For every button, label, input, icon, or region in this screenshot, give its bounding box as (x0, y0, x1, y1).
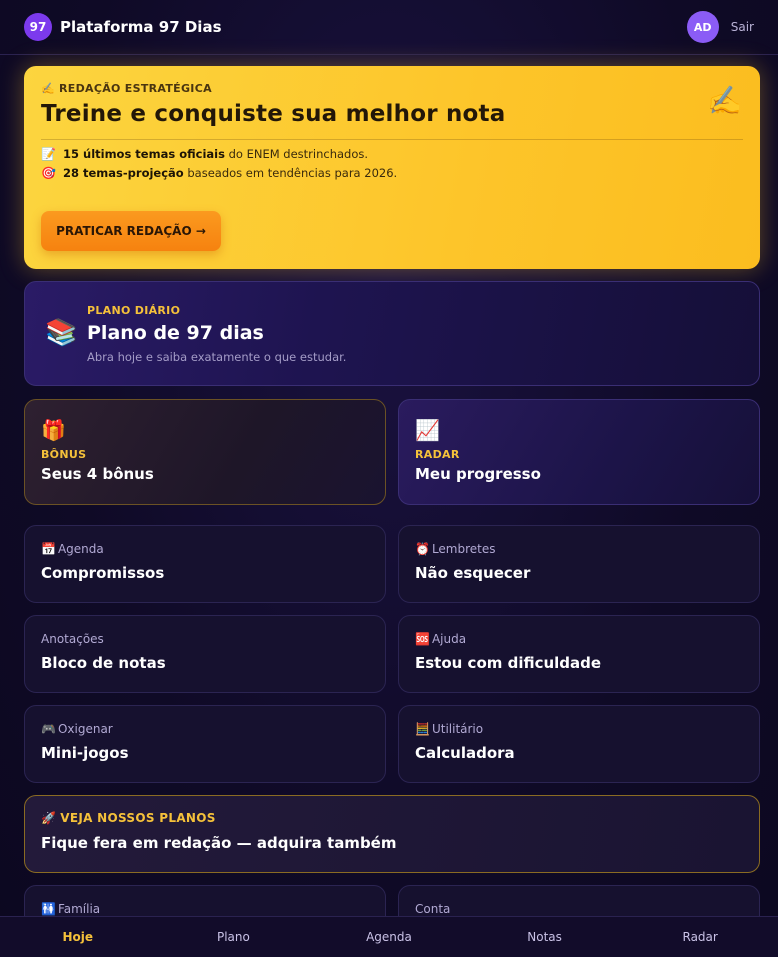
plan-subtitle: Abra hoje e saiba exatamente o que estud… (87, 350, 347, 364)
divider (41, 139, 743, 140)
bonus-kicker: BÔNUS (41, 448, 87, 461)
gift-icon: 🎁 (41, 418, 66, 442)
hero-bullet-bold: 15 últimos temas oficiais (63, 147, 225, 161)
books-icon: 📚 (45, 318, 78, 348)
tile-title: Bloco de notas (41, 654, 166, 672)
tile-title: Estou com dificuldade (415, 654, 602, 672)
calculator-tile[interactable]: 🧮 Utilitário Calculadora (398, 705, 760, 783)
practice-essay-button[interactable]: PRATICAR REDAÇÃO → (41, 211, 221, 251)
notes-tile[interactable]: Anotações Bloco de notas (24, 615, 386, 693)
hero-title: Treine e conquiste sua melhor nota (41, 101, 506, 127)
tile-kicker: Lembretes (431, 542, 496, 556)
calendar-icon: 📅 (41, 542, 56, 556)
tile-kicker: Conta (415, 902, 451, 916)
hero-bullet-text: baseados em tendências para 2026. (187, 166, 398, 180)
brand-title: Plataforma 97 Dias (60, 18, 222, 36)
daily-plan-card[interactable]: 📚 PLANO DIÁRIO Plano de 97 dias Abra hoj… (24, 281, 760, 386)
tile-title: Compromissos (41, 564, 165, 582)
hero-bullet: 📝 15 últimos temas oficiais do ENEM dest… (41, 147, 743, 161)
nav-item-notas[interactable]: Notas (467, 917, 623, 957)
target-icon: 🎯 (41, 166, 56, 180)
tile-kicker: Anotações (41, 632, 104, 646)
radar-card[interactable]: 📈 RADAR Meu progresso (398, 399, 760, 505)
hero-bullet: 🎯 28 temas-projeção baseados em tendênci… (41, 166, 743, 180)
bonus-card[interactable]: 🎁 BÔNUS Seus 4 bônus (24, 399, 386, 505)
plan-kicker: PLANO DIÁRIO (87, 304, 181, 317)
avatar[interactable]: AD (686, 11, 719, 43)
tile-kicker: Utilitário (431, 722, 484, 736)
minigames-tile[interactable]: 🎮 Oxigenar Mini-jogos (24, 705, 386, 783)
plan-title: Plano de 97 dias (87, 322, 264, 344)
rocket-icon: 🚀 (41, 811, 57, 825)
writing-hand-icon: ✍️ (707, 84, 742, 117)
hero-kicker: ✍️ REDAÇÃO ESTRATÉGICA (41, 82, 743, 95)
chart-up-icon: 📈 (415, 418, 440, 442)
plans-banner[interactable]: 🚀 VEJA NOSSOS PLANOS Fique fera em redaçã… (24, 795, 760, 873)
logo-badge: 97 (24, 13, 52, 41)
bonus-title: Seus 4 bônus (41, 465, 154, 483)
app-screen: 97 Plataforma 97 Dias AD Sair ✍️ REDAÇÃO… (0, 0, 778, 957)
nav-item-agenda[interactable]: Agenda (311, 917, 467, 957)
top-bar: 97 Plataforma 97 Dias AD Sair (0, 0, 778, 55)
essay-hero-card: ✍️ REDAÇÃO ESTRATÉGICA Treine e conquist… (24, 66, 760, 269)
memo-icon: 📝 (41, 147, 56, 161)
bottom-nav: Hoje Plano Agenda Notas Radar (0, 916, 778, 957)
hero-bullet-text: do ENEM destrinchados. (228, 147, 369, 161)
nav-item-hoje[interactable]: Hoje (0, 917, 156, 957)
tile-kicker: Ajuda (431, 632, 467, 646)
logout-link[interactable]: Sair (731, 20, 754, 34)
tile-kicker: Família (57, 902, 101, 916)
tile-kicker: Oxigenar (57, 722, 113, 736)
agenda-tile[interactable]: 📅 Agenda Compromissos (24, 525, 386, 603)
banner-kicker: VEJA NOSSOS PLANOS (60, 811, 216, 825)
tile-kicker: Agenda (57, 542, 104, 556)
tile-title: Calculadora (415, 744, 515, 762)
abacus-icon: 🧮 (415, 722, 430, 736)
tile-title: Não esquecer (415, 564, 531, 582)
nav-item-radar[interactable]: Radar (622, 917, 778, 957)
sos-icon: 🆘 (415, 632, 430, 646)
tile-title: Mini-jogos (41, 744, 129, 762)
radar-title: Meu progresso (415, 465, 541, 483)
banner-title: Fique fera em redação — adquira também (41, 834, 397, 852)
alarm-clock-icon: ⏰ (415, 542, 430, 556)
nav-item-plano[interactable]: Plano (156, 917, 312, 957)
hero-kicker-label: REDAÇÃO ESTRATÉGICA (59, 82, 212, 95)
gamepad-icon: 🎮 (41, 722, 56, 736)
reminders-tile[interactable]: ⏰ Lembretes Não esquecer (398, 525, 760, 603)
hero-bullet-bold: 28 temas-projeção (63, 166, 184, 180)
radar-kicker: RADAR (415, 448, 460, 461)
writing-hand-icon: ✍️ (41, 82, 55, 95)
help-tile[interactable]: 🆘 Ajuda Estou com dificuldade (398, 615, 760, 693)
family-icon: 🚻 (41, 902, 56, 916)
